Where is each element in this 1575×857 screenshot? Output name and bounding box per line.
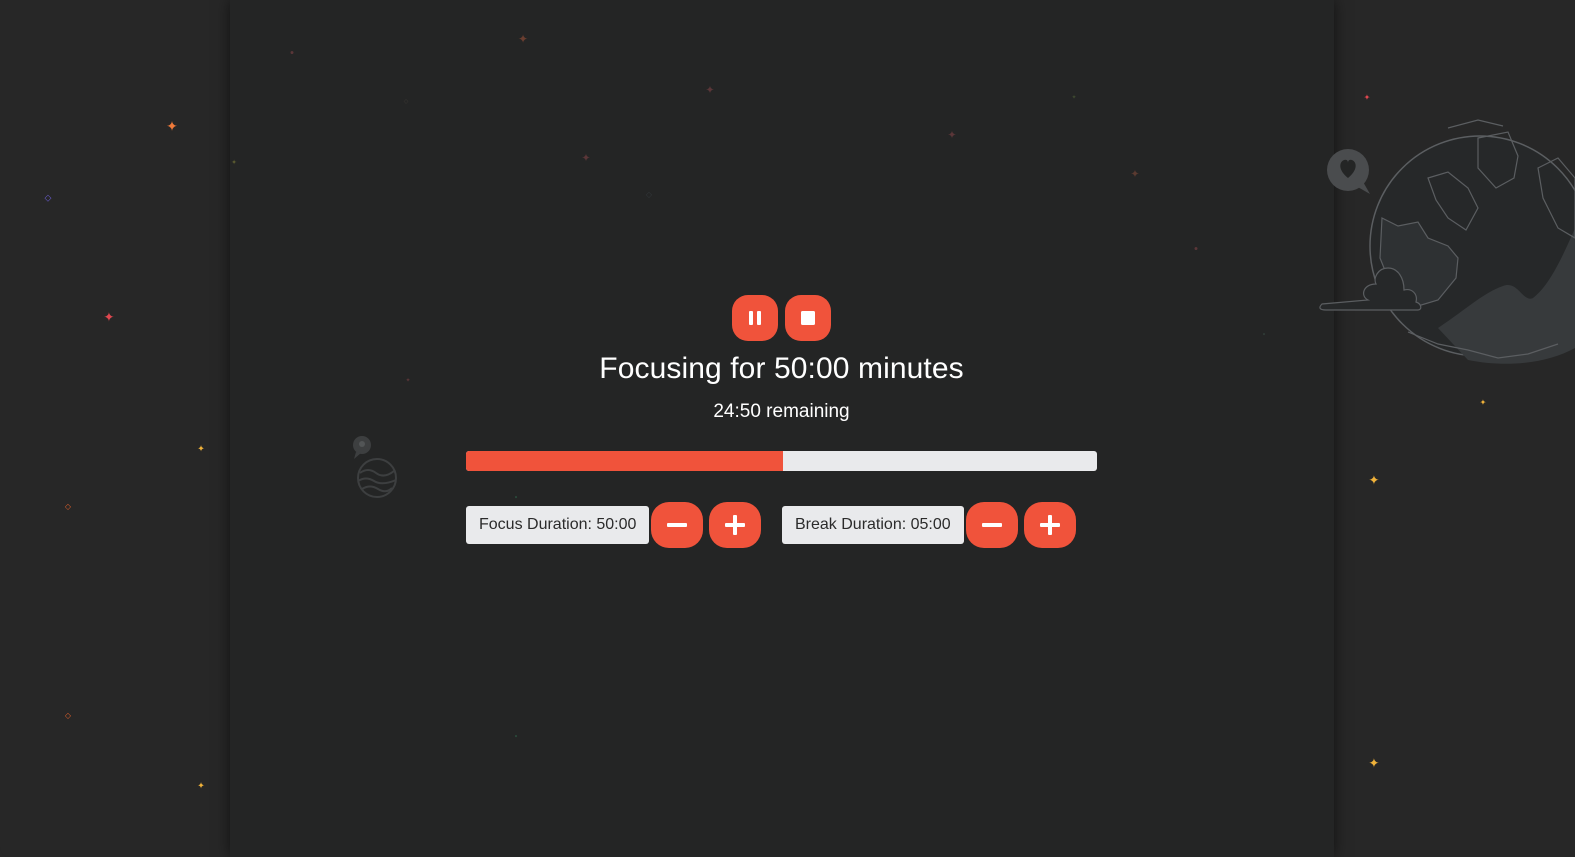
pause-icon: [749, 311, 761, 325]
star-icon: ✦: [1071, 95, 1077, 101]
app-window: ✦ ◇ ✦ ✦ ◇ ◇ ✦ ✦ ● ✦ ◇ ✦ ✦ ◇ ✦ ✦ ✦ ● ● ✦ …: [0, 0, 1575, 857]
star-icon: ✦: [1130, 168, 1140, 181]
timer-controls: [732, 295, 831, 341]
star-icon: ✦: [166, 118, 178, 134]
star-icon: ✦: [231, 159, 237, 167]
minus-icon: [981, 523, 1002, 527]
main-panel: [230, 0, 1334, 857]
focus-duration-label: Focus Duration: 50:00: [466, 506, 650, 544]
plus-icon: [1039, 515, 1060, 535]
left-backdrop: [0, 0, 230, 857]
star-icon: ✦: [947, 129, 957, 142]
star-icon: ●: [514, 494, 518, 501]
timer-title: Focusing for 50:00 minutes: [599, 352, 964, 385]
progress-fill: [466, 451, 784, 471]
star-icon: ✦: [705, 84, 715, 97]
star-icon: ✦: [1479, 398, 1487, 407]
star-icon: ●: [1262, 331, 1266, 338]
break-duration-label: Break Duration: 05:00: [782, 506, 964, 544]
star-icon: ●: [289, 49, 295, 57]
minus-icon: [667, 523, 688, 527]
star-icon: ✦: [405, 378, 411, 384]
progress-bar: [466, 451, 1097, 471]
small-planet-with-bubble-icon: [353, 436, 397, 498]
focus-decrease-button[interactable]: [651, 502, 704, 548]
star-icon: ✦: [517, 32, 529, 46]
time-remaining: 24:50 remaining: [713, 401, 850, 422]
plus-icon: [725, 515, 746, 535]
stop-button[interactable]: [785, 295, 831, 341]
star-icon: ✦: [1368, 755, 1380, 771]
star-icon: ✦: [1363, 93, 1371, 102]
star-icon: ◇: [44, 192, 52, 203]
pause-button[interactable]: [732, 295, 778, 341]
star-icon: ◇: [64, 502, 72, 511]
globe-with-heart-bubble-icon: [1319, 119, 1575, 364]
star-icon: ◇: [64, 711, 72, 720]
star-icon: ●: [1193, 245, 1199, 253]
focus-duration-group: Focus Duration: 50:00: [466, 502, 767, 548]
star-icon: ◇: [403, 99, 409, 105]
stop-icon: [801, 311, 815, 325]
star-icon: ✦: [103, 309, 115, 325]
star-icon: ✦: [581, 152, 591, 165]
star-icon: ✦: [197, 780, 205, 791]
break-increase-button[interactable]: [1023, 502, 1076, 548]
star-icon: ●: [514, 733, 518, 740]
break-decrease-button[interactable]: [965, 502, 1018, 548]
star-icon: ✦: [1368, 472, 1380, 488]
break-duration-group: Break Duration: 05:00: [782, 502, 1082, 548]
focus-increase-button[interactable]: [709, 502, 762, 548]
star-icon: ✦: [197, 443, 205, 454]
star-icon: ◇: [645, 190, 653, 199]
